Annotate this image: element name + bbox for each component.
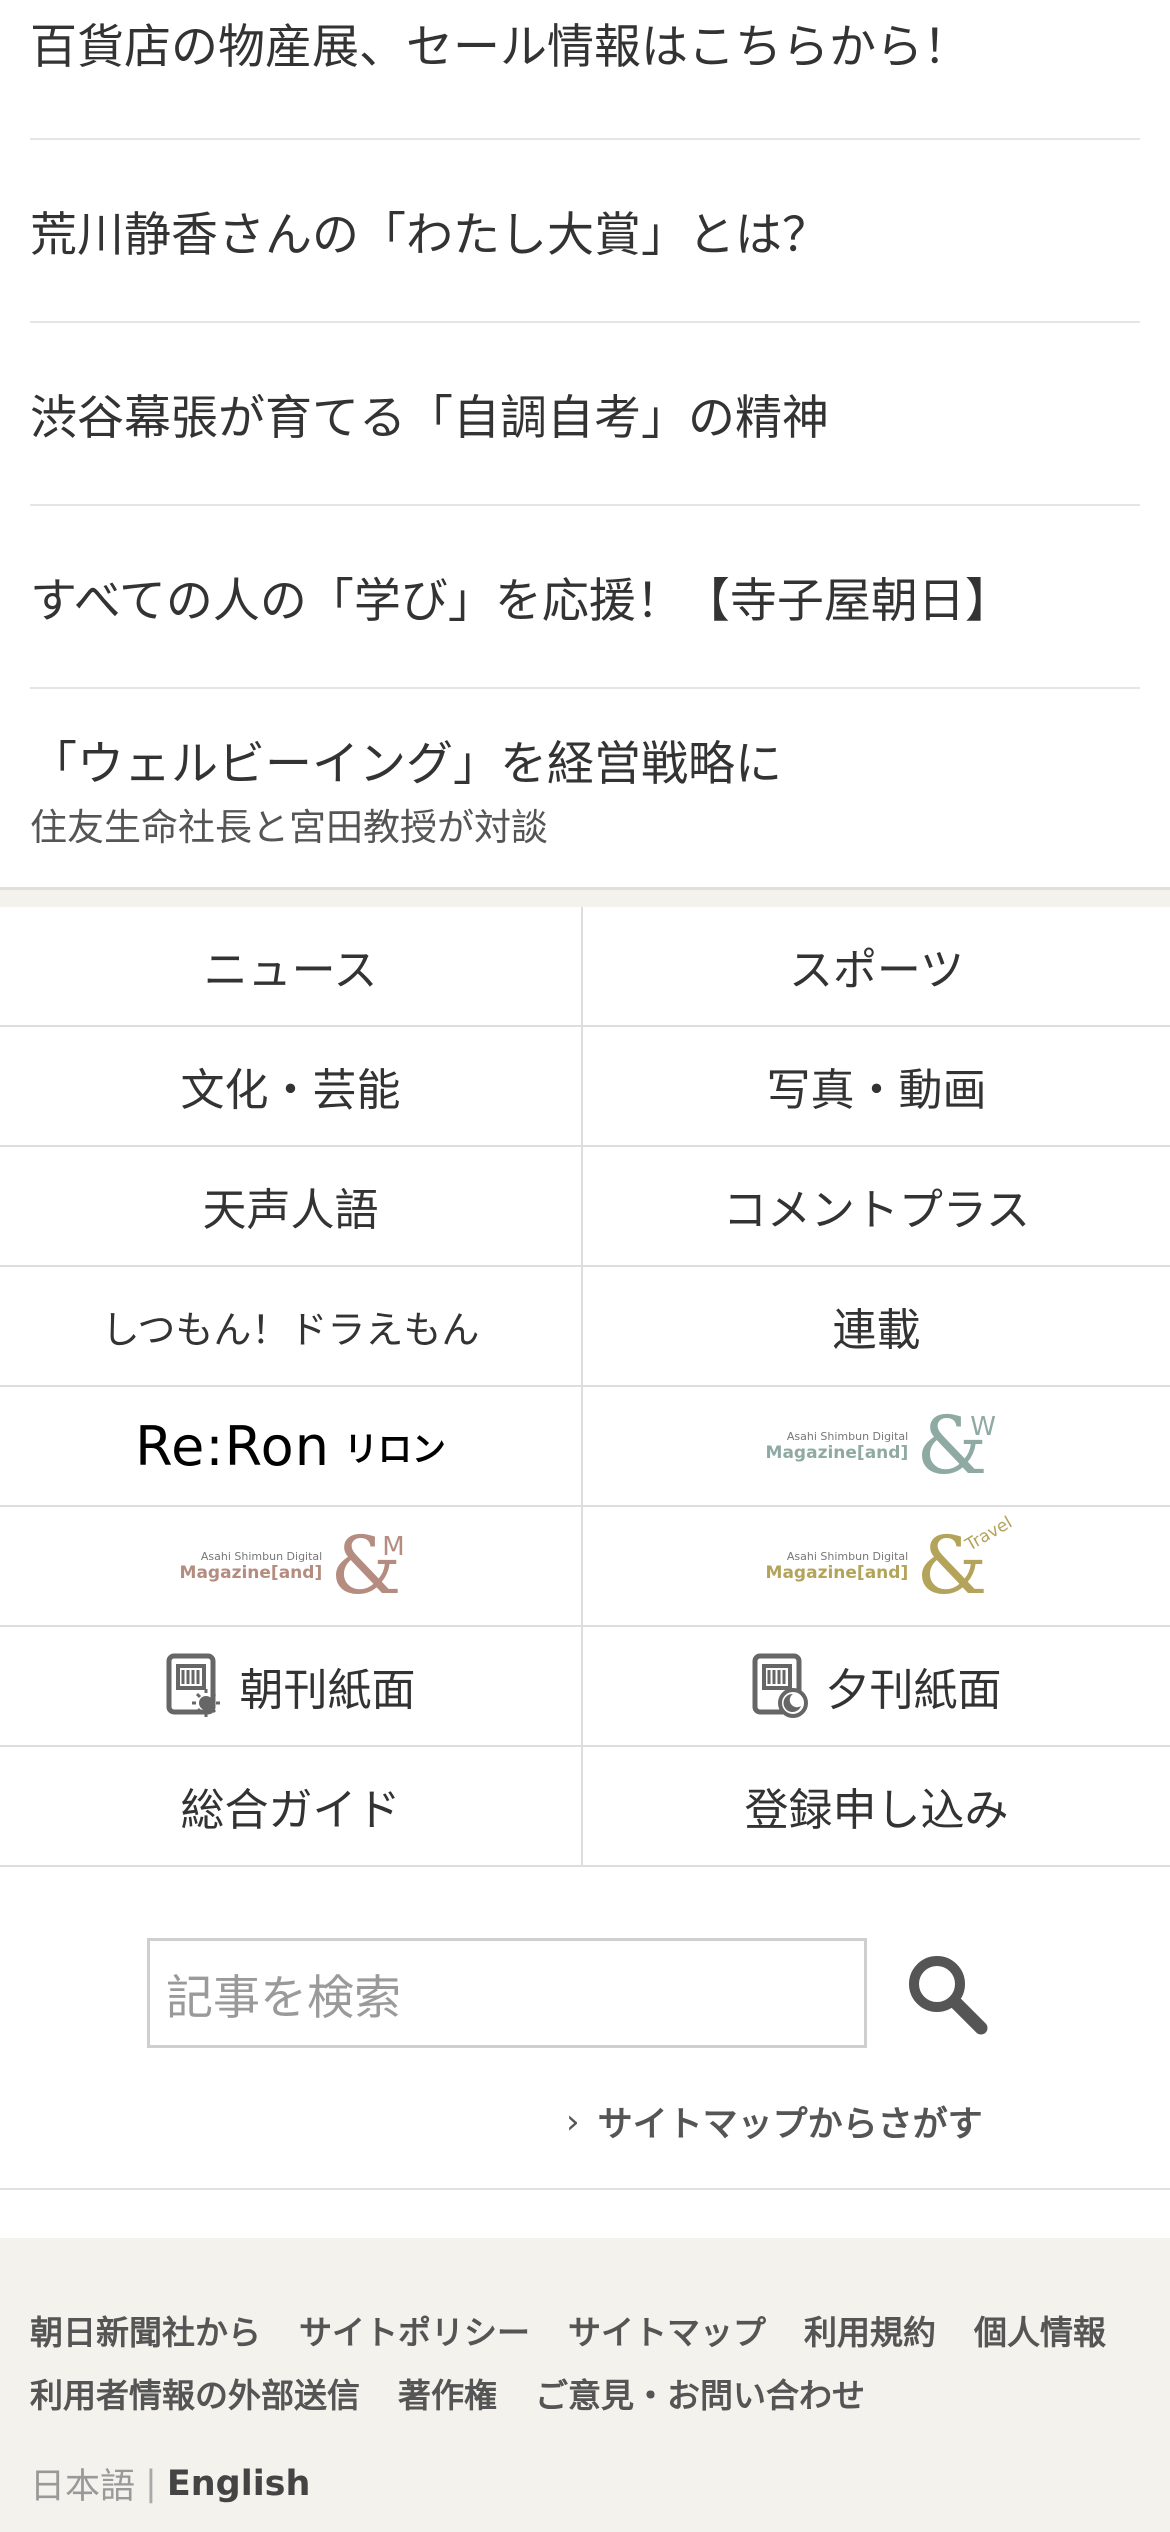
footer-link[interactable]: 利用規約 xyxy=(804,2306,936,2354)
search-input[interactable]: 記事を検索 xyxy=(147,1938,867,2048)
logo-line1: Asahi Shimbun Digital xyxy=(786,1429,909,1443)
footer-link[interactable]: 朝日新聞社から xyxy=(30,2306,261,2354)
and-w-logo: Asahi Shimbun Digital Magazine[and] & W xyxy=(765,1399,996,1492)
nav-guide[interactable]: 総合ガイド xyxy=(0,1747,583,1867)
article-item[interactable]: 渋谷幕張が育てる「自調自考」の精神 xyxy=(30,323,1140,506)
logo-line1: Asahi Shimbun Digital xyxy=(786,1549,909,1563)
nav-evening-paper[interactable]: 夕刊紙面 xyxy=(583,1627,1170,1747)
logo-sub: M xyxy=(382,1532,405,1562)
article-item[interactable]: すべての人の「学び」を応援！【寺子屋朝日】 xyxy=(30,506,1140,689)
article-title: 「ウェルビーイング」を経営戦略に xyxy=(30,737,782,792)
article-item[interactable]: 「ウェルビーイング」を経営戦略に 住友生命社長と宮田教授が対談 xyxy=(30,689,1140,887)
nav-signup[interactable]: 登録申し込み xyxy=(583,1747,1170,1867)
footer-link[interactable]: ご意見・お問い合わせ xyxy=(535,2369,865,2417)
article-subtitle: 住友生命社長と宮田教授が対談 xyxy=(30,806,548,849)
search-icon xyxy=(909,1956,988,2035)
nav-rensai[interactable]: 連載 xyxy=(583,1267,1170,1387)
ampersand-icon: & M xyxy=(330,1519,405,1612)
nav-label: ニュース xyxy=(203,945,378,996)
article-title: 渋谷幕張が育てる「自調自考」の精神 xyxy=(30,391,829,446)
article-title: すべての人の「学び」を応援！【寺子屋朝日】 xyxy=(30,574,1012,629)
and-m-logo: Asahi Shimbun Digital Magazine[and] & M xyxy=(179,1519,405,1612)
nav-label: 総合ガイド xyxy=(180,1785,401,1836)
nav-sports[interactable]: スポーツ xyxy=(583,907,1170,1027)
reron-logo-ja: リロン xyxy=(343,1429,446,1470)
nav-label: 文化・芸能 xyxy=(180,1065,401,1116)
sitemap-link-label: サイトマップからさがす xyxy=(597,2105,983,2145)
lang-separator: | xyxy=(145,2463,157,2504)
nav-label: 写真・動画 xyxy=(766,1065,987,1116)
reron-logo-text: Re:Ron xyxy=(135,1414,330,1478)
footer-link[interactable]: 利用者情報の外部送信 xyxy=(30,2369,360,2417)
morning-paper-icon xyxy=(166,1653,220,1717)
evening-paper-icon xyxy=(752,1653,808,1718)
section-divider xyxy=(0,887,1170,907)
search-placeholder: 記事を検索 xyxy=(166,1970,401,2026)
lang-english[interactable]: English xyxy=(167,2464,311,2504)
nav-and-w[interactable]: Asahi Shimbun Digital Magazine[and] & W xyxy=(583,1387,1170,1507)
footer-link[interactable]: サイトポリシー xyxy=(299,2306,530,2354)
nav-reron[interactable]: Re:Ron リロン xyxy=(0,1387,583,1507)
logo-sub: Travel xyxy=(962,1512,1017,1556)
nav-tensei-jingo[interactable]: 天声人語 xyxy=(0,1147,583,1267)
language-switcher: 日本語 | English xyxy=(30,2458,310,2509)
footer-links: 朝日新聞社から サイトポリシー サイトマップ 利用規約 個人情報 利用者情報の外… xyxy=(30,2298,1150,2424)
nav-news[interactable]: ニュース xyxy=(0,907,583,1027)
footer-link[interactable]: 著作権 xyxy=(398,2369,497,2417)
ampersand-icon: & W xyxy=(916,1399,996,1492)
reron-logo: Re:Ron リロン xyxy=(135,1415,446,1478)
lang-japanese[interactable]: 日本語 xyxy=(30,2458,135,2509)
nav-and-m[interactable]: Asahi Shimbun Digital Magazine[and] & M xyxy=(0,1507,583,1627)
chevron-right-icon: › xyxy=(566,2101,580,2142)
sitemap-search-link[interactable]: › サイトマップからさがす xyxy=(566,2096,983,2147)
footer-link[interactable]: サイトマップ xyxy=(568,2306,766,2354)
article-item[interactable]: 百貨店の物産展、セール情報はこちらから！ xyxy=(30,0,1140,140)
nav-morning-paper[interactable]: 朝刊紙面 xyxy=(0,1627,583,1747)
nav-label: スポーツ xyxy=(788,945,965,996)
logo-line1: Asahi Shimbun Digital xyxy=(200,1549,323,1563)
nav-label: 連載 xyxy=(832,1305,921,1356)
nav-label: 天声人語 xyxy=(202,1185,379,1236)
footer: 朝日新聞社から サイトポリシー サイトマップ 利用規約 個人情報 利用者情報の外… xyxy=(0,2238,1170,2532)
nav-photo-video[interactable]: 写真・動画 xyxy=(583,1027,1170,1147)
logo-line2: Magazine[and] xyxy=(765,1442,909,1463)
search-button[interactable] xyxy=(905,1952,989,2036)
and-travel-logo: Asahi Shimbun Digital Magazine[and] & Tra… xyxy=(765,1512,1017,1612)
logo-sub: W xyxy=(970,1412,996,1442)
nav-comment-plus[interactable]: コメントプラス xyxy=(583,1147,1170,1267)
article-title: 荒川静香さんの「わたし大賞」とは？ xyxy=(30,208,829,263)
nav-label: 朝刊紙面 xyxy=(239,1665,416,1716)
logo-line2: Magazine[and] xyxy=(765,1562,909,1583)
footer-link[interactable]: 個人情報 xyxy=(974,2306,1106,2354)
nav-label: コメントプラス xyxy=(722,1185,1031,1236)
nav-label: しつもん！ドラえもん xyxy=(101,1307,480,1352)
logo-line2: Magazine[and] xyxy=(179,1562,323,1583)
nav-label: 登録申し込み xyxy=(744,1785,1009,1836)
article-title: 百貨店の物産展、セール情報はこちらから！ xyxy=(30,20,970,75)
ampersand-icon: & Travel xyxy=(916,1512,1017,1612)
nav-culture[interactable]: 文化・芸能 xyxy=(0,1027,583,1147)
search-section: 記事を検索 › サイトマップからさがす xyxy=(0,1868,1170,2190)
nav-shitsumon-doraemon[interactable]: しつもん！ドラえもん xyxy=(0,1267,583,1387)
article-item[interactable]: 荒川静香さんの「わたし大賞」とは？ xyxy=(30,140,1140,323)
nav-label: 夕刊紙面 xyxy=(825,1665,1002,1716)
nav-and-travel[interactable]: Asahi Shimbun Digital Magazine[and] & Tra… xyxy=(583,1507,1170,1627)
